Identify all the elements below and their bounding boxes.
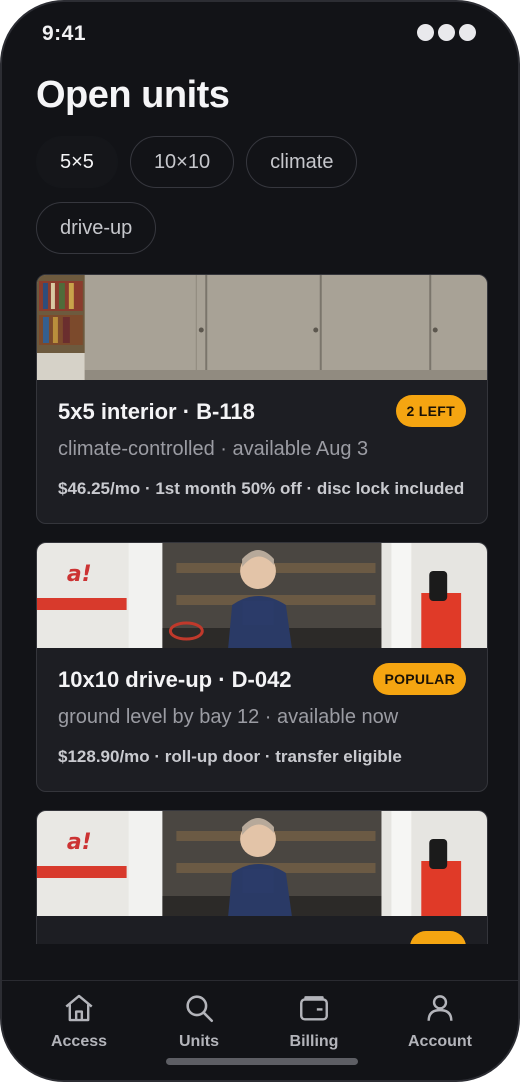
status-indicators [417,24,476,41]
home-indicator[interactable] [166,1058,358,1065]
filter-chip-climate[interactable]: climate [246,136,358,188]
unit-pricing: $128.90/mo · roll-up door · transfer eli… [58,747,402,766]
availability-badge: 2 LEFT [395,395,466,427]
unit-pricing: $46.25/mo · 1st month 50% off · disc loc… [58,479,465,498]
unit-card[interactable]: 5x5 interior · B-118 2 LEFT climate-cont… [36,274,488,524]
tab-account[interactable]: Account [385,991,495,1051]
home-icon [65,994,93,1022]
unit-title: 5x5 interior · B-118 [58,399,255,424]
filter-chip-5x5[interactable]: 5×5 [36,136,118,188]
tab-billing[interactable]: Billing [259,991,369,1051]
wallet-icon [300,996,328,1021]
unit-subtitle: ground level by bay 12 · available now [58,706,399,728]
status-dot [438,24,455,41]
tab-units[interactable]: Units [144,991,254,1051]
unit-photo: a! [37,543,487,648]
popular-badge: POPULAR [373,663,466,695]
unit-photo [37,275,487,380]
search-icon [186,995,214,1023]
unit-photo: a! [37,811,487,916]
unit-card[interactable]: a! [36,810,488,944]
unit-card[interactable]: a! 10x10 drive-up · D-042 POPULAR ground… [36,542,488,792]
phone-frame: 9:41 Open units 5×5 10×10 climate drive-… [0,0,520,1082]
filter-chip-drive-up[interactable]: drive-up [36,202,157,254]
bottom-tab-bar: Access Units Billing Account [2,980,518,1080]
unit-list: 5x5 interior · B-118 2 LEFT climate-cont… [36,274,488,944]
availability-badge [410,931,466,944]
svg-text:a!: a! [67,830,92,855]
unit-subtitle: climate-controlled · available Aug 3 [58,438,369,460]
status-dot [459,24,476,41]
status-dot [417,24,434,41]
person-icon [427,995,453,1021]
filter-chip-10x10[interactable]: 10×10 [129,136,235,188]
tab-label: Units [179,1033,219,1050]
tab-label: Billing [289,1033,339,1050]
unit-title: 10x10 drive-up · D-042 [58,667,292,692]
tab-access[interactable]: Access [24,991,134,1051]
filter-chips: 5×5 10×10 climate drive-up [36,136,488,254]
tab-label: Account [408,1033,472,1050]
tab-label: Access [50,1033,108,1050]
page-title: Open units [36,74,230,116]
status-time: 9:41 [42,22,87,45]
svg-text:a!: a! [67,562,92,587]
